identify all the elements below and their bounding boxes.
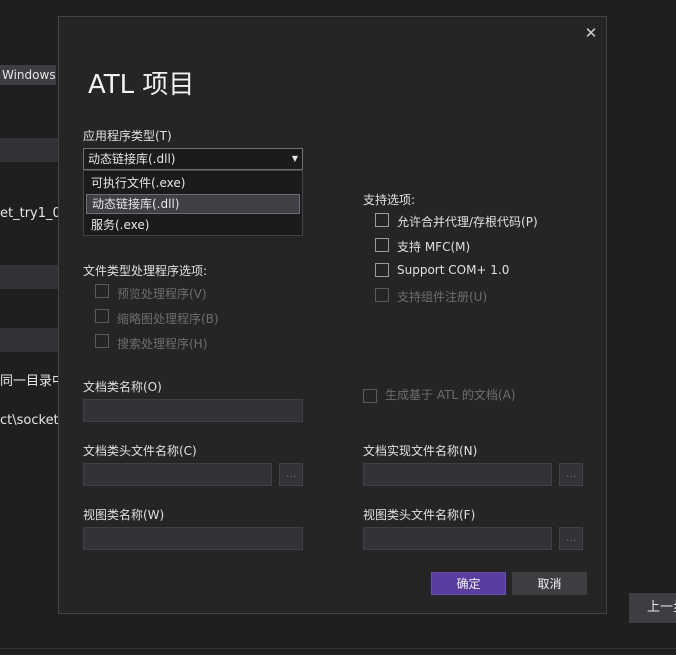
view-class-header-browse-button[interactable]: ... [559, 527, 583, 550]
chevron-down-icon: ▼ [291, 154, 298, 163]
background-windows-chip: Windows [0, 65, 56, 85]
generate-atl-doc-checkbox [363, 389, 377, 403]
search-handler-checkbox [95, 334, 109, 348]
thumbnail-handler-label: 缩略图处理程序(B) [117, 312, 219, 326]
support-options-label: 支持选项: [363, 193, 416, 207]
merge-proxy-label: 允许合并代理/存根代码(P) [397, 215, 538, 229]
app-type-label: 应用程序类型(T) [83, 129, 172, 143]
ok-button[interactable]: 确定 [431, 572, 506, 595]
preview-handler-checkbox [95, 284, 109, 298]
background-strip [0, 138, 58, 162]
thumbnail-handler-checkbox [95, 309, 109, 323]
component-registration-checkbox [375, 288, 389, 302]
support-complus-checkbox[interactable] [375, 263, 389, 277]
app-type-combobox[interactable]: 动态链接库(.dll) ▼ [83, 148, 303, 170]
support-mfc-label: 支持 MFC(M) [397, 240, 471, 254]
background-previous-button[interactable]: 上一步 [629, 593, 676, 623]
doc-impl-file-browse-button[interactable]: ... [559, 463, 583, 486]
doc-class-name-input[interactable] [83, 399, 303, 422]
cancel-button[interactable]: 取消 [512, 572, 587, 595]
view-class-header-label: 视图类头文件名称(F) [363, 508, 476, 522]
app-type-option-service[interactable]: 服务(.exe) [86, 215, 300, 235]
dialog-title: ATL 项目 [88, 70, 195, 100]
view-class-name-input[interactable] [83, 527, 303, 550]
doc-class-header-input[interactable] [83, 463, 272, 486]
file-handler-options-label: 文件类型处理程序选项: [83, 264, 208, 278]
app-type-dropdown: 可执行文件(.exe) 动态链接库(.dll) 服务(.exe) [83, 170, 303, 236]
background-strip [0, 328, 58, 352]
doc-class-name-label: 文档类名称(O) [83, 380, 162, 394]
background-path-text: ct\socket_ [0, 413, 66, 428]
app-type-selected: 动态链接库(.dll) [88, 152, 176, 166]
generate-atl-doc-label: 生成基于 ATL 的文档(A) [385, 388, 516, 402]
support-complus-label: Support COM+ 1.0 [397, 263, 510, 277]
background-divider [0, 648, 676, 649]
close-icon[interactable]: ✕ [582, 24, 600, 42]
component-registration-label: 支持组件注册(U) [397, 290, 488, 304]
search-handler-label: 搜索处理程序(H) [117, 337, 208, 351]
view-class-header-input[interactable] [363, 527, 552, 550]
doc-impl-file-label: 文档实现文件名称(N) [363, 444, 478, 458]
doc-impl-file-input[interactable] [363, 463, 552, 486]
app-type-option-dll[interactable]: 动态链接库(.dll) [86, 194, 300, 214]
background-strip [0, 265, 58, 289]
view-class-name-label: 视图类名称(W) [83, 508, 165, 522]
preview-handler-label: 预览处理程序(V) [117, 287, 207, 301]
support-mfc-checkbox[interactable] [375, 238, 389, 252]
doc-class-header-browse-button[interactable]: ... [279, 463, 303, 486]
doc-class-header-label: 文档类头文件名称(C) [83, 444, 197, 458]
app-type-option-exe[interactable]: 可执行文件(.exe) [86, 173, 300, 193]
merge-proxy-checkbox[interactable] [375, 213, 389, 227]
